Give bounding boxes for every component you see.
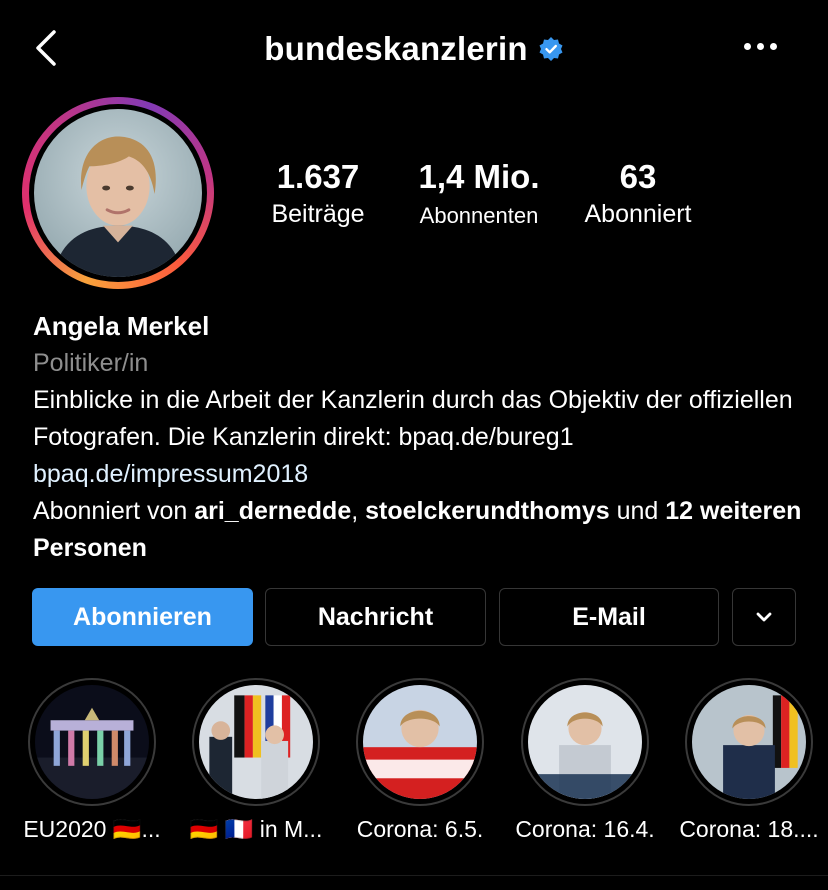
highlight-ring: [685, 678, 813, 806]
highlight-label: EU2020 🇩🇪...: [23, 816, 161, 842]
highlight-ring: [521, 678, 649, 806]
highlight-item[interactable]: EU2020 🇩🇪...: [12, 678, 172, 843]
highlight-ring: [192, 678, 320, 806]
profile-name: Angela Merkel: [33, 311, 210, 341]
verified-badge-icon: [539, 37, 563, 61]
profile-header: bundeskanzlerin: [0, 0, 828, 100]
profile-category: Politiker/in: [33, 349, 149, 377]
posts-count: 1.637: [276, 158, 360, 195]
message-button[interactable]: Nachricht: [265, 588, 486, 646]
followed-by[interactable]: Abonniert von ari_dernedde, stoelckerund…: [33, 493, 803, 567]
following-count: 63: [619, 158, 657, 195]
highlight-item[interactable]: Corona: 6.5.: [340, 678, 500, 843]
highlight-cover-flags: [199, 685, 313, 799]
divider: [0, 875, 828, 876]
highlight-label: 🇩🇪 🇫🇷 in M...: [189, 816, 323, 842]
chevron-down-icon: [756, 612, 772, 622]
highlight-label: Corona: 16.4.: [515, 816, 655, 842]
followed-by-and: und: [609, 497, 666, 525]
title-wrap: bundeskanzlerin: [0, 30, 828, 68]
bio-link[interactable]: bpaq.de/impressum2018: [33, 456, 803, 493]
more-options-button[interactable]: [744, 36, 784, 56]
highlight-cover-corona-6-5: [363, 685, 477, 799]
followers-stat[interactable]: 1,4 Mio. Abonnenten: [404, 158, 554, 229]
follower-username[interactable]: stoelckerundthomys: [365, 497, 610, 525]
highlight-cover-corona-18: [692, 685, 806, 799]
bio-text: Einblicke in die Arbeit der Kanzlerin du…: [33, 386, 793, 451]
more-horizontal-icon-dot: [770, 42, 777, 50]
following-label: Abonniert: [584, 200, 692, 228]
highlight-label: Corona: 6.5.: [356, 816, 484, 842]
avatar-inner: [29, 104, 207, 282]
profile-actions: Abonnieren Nachricht E-Mail: [32, 588, 796, 646]
highlight-item[interactable]: Corona: 18....: [669, 678, 828, 843]
highlight-cover-corona-16-4: [528, 685, 642, 799]
highlight-item[interactable]: 🇩🇪 🇫🇷 in M...: [176, 678, 336, 843]
highlight-item[interactable]: Corona: 16.4.: [505, 678, 665, 843]
email-button[interactable]: E-Mail: [499, 588, 719, 646]
profile-stats: 1.637 Beiträge 1,4 Mio. Abonnenten 63 Ab…: [240, 158, 800, 238]
highlight-ring: [28, 678, 156, 806]
suggested-accounts-button[interactable]: [732, 588, 796, 646]
profile-username: bundeskanzlerin: [264, 30, 528, 67]
posts-stat[interactable]: 1.637 Beiträge: [262, 158, 374, 229]
story-highlights: EU2020 🇩🇪... 🇩🇪 🇫🇷 in M... Corona: 6.5. …: [0, 678, 828, 848]
profile-bio: Angela Merkel Politiker/in Einblicke in …: [33, 308, 803, 567]
more-horizontal-icon: [744, 42, 751, 50]
followed-by-prefix: Abonniert von: [33, 497, 195, 525]
follow-button[interactable]: Abonnieren: [32, 588, 253, 646]
followers-label: Abonnenten: [419, 203, 539, 228]
followed-by-separator: ,: [351, 497, 366, 525]
follower-username[interactable]: ari_dernedde: [194, 497, 351, 525]
highlight-label: Corona: 18....: [679, 816, 819, 842]
avatar-image: [34, 109, 202, 277]
following-stat[interactable]: 63 Abonniert: [572, 158, 704, 229]
more-horizontal-icon-dot: [757, 42, 764, 50]
followers-count: 1,4 Mio.: [418, 158, 540, 195]
highlight-cover-brandenburg-gate: [35, 685, 149, 799]
posts-label: Beiträge: [271, 200, 365, 228]
highlight-ring: [356, 678, 484, 806]
profile-avatar[interactable]: [22, 97, 214, 289]
